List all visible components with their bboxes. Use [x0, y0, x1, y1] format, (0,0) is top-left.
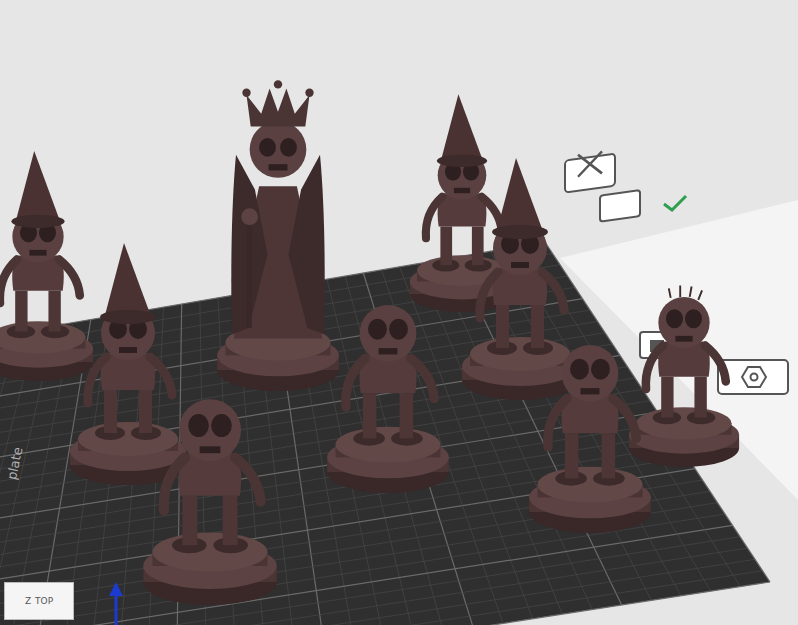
cone-figure[interactable]: [70, 243, 186, 485]
cone-figure[interactable]: [462, 158, 578, 400]
plain-figure[interactable]: [327, 305, 449, 493]
plain-figure[interactable]: [143, 399, 276, 605]
slicer-viewport[interactable]: plate Z TOP: [0, 0, 798, 625]
check-mark-icon: [664, 196, 686, 210]
cone-figure[interactable]: [0, 151, 93, 381]
build-plate-canvas[interactable]: [0, 0, 798, 625]
queen-figure[interactable]: [217, 80, 339, 391]
plain-figure[interactable]: [529, 345, 651, 533]
axis-label: Z: [25, 596, 31, 606]
view-cube-label: TOP: [35, 596, 53, 606]
z-axis-icon: [115, 592, 118, 625]
close-icon[interactable]: [565, 151, 615, 192]
view-cube[interactable]: Z TOP: [4, 582, 74, 620]
arrange-icon[interactable]: [600, 190, 640, 222]
spiky-figure[interactable]: [629, 286, 739, 467]
build-plate: [0, 242, 770, 625]
